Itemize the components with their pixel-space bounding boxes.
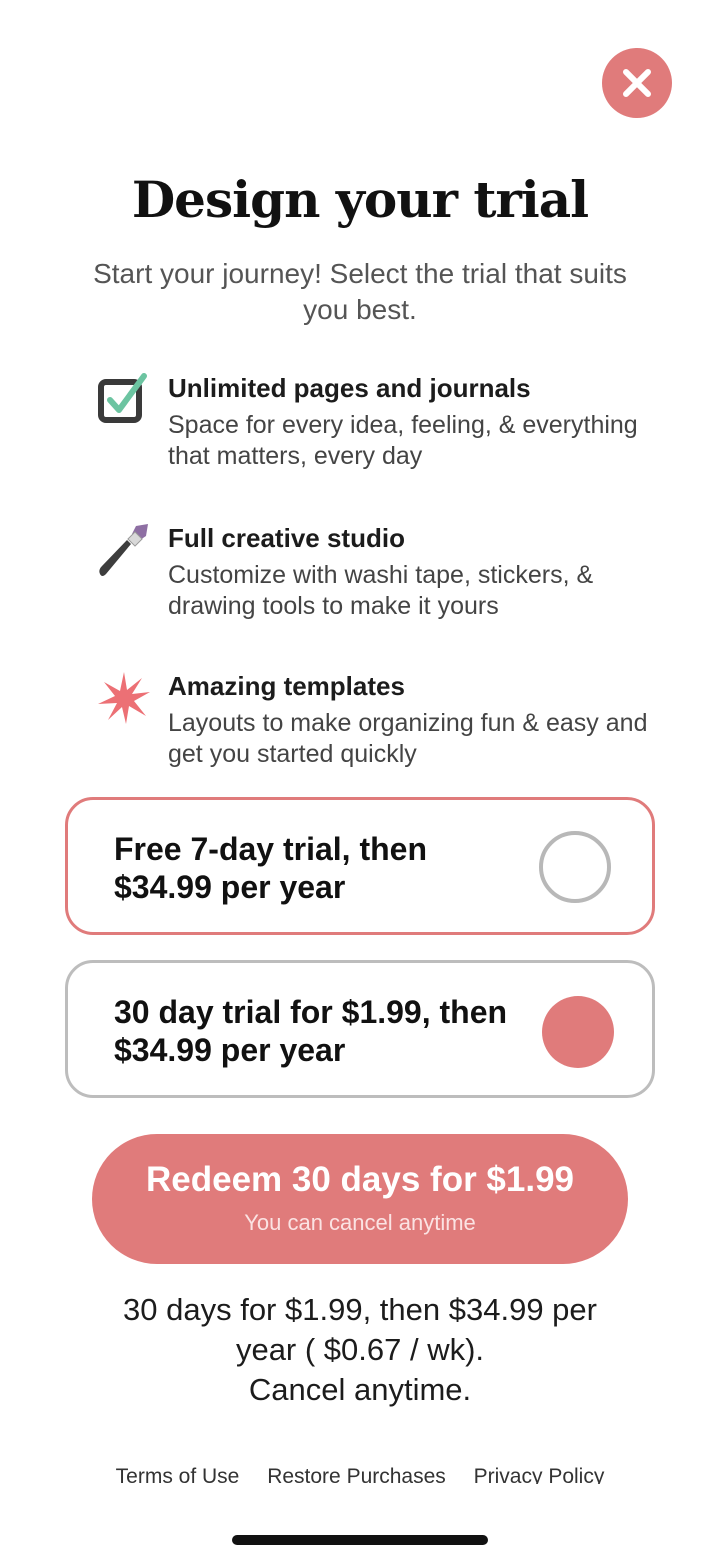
feature-description: Space for every idea, feeling, & everyth… [168, 411, 638, 470]
radio-unselected[interactable] [539, 831, 611, 903]
restore-purchases-link[interactable]: Restore Purchases [267, 1465, 446, 1484]
page-title: Design your trial [131, 170, 589, 229]
terms-of-use-link[interactable]: Terms of Use [116, 1465, 240, 1484]
footer-links: Terms of Use Restore Purchases Privacy P… [0, 1462, 720, 1484]
feature-creative-studio: Full creative studio Customize with wash… [96, 522, 656, 642]
starburst-icon [98, 672, 150, 724]
paintbrush-icon [99, 524, 148, 576]
plan-label: 30 day trial for $1.99, then $34.99 per … [114, 994, 508, 1068]
plan-label: Free 7-day trial, then $34.99 per year [114, 831, 427, 905]
feature-title: Full creative studio [168, 523, 405, 553]
redeem-button-sublabel: You can cancel anytime [244, 1210, 476, 1235]
plan-option-free-trial[interactable]: Free 7-day trial, then $34.99 per year [65, 797, 655, 935]
feature-description: Customize with washi tape, stickers, & d… [168, 561, 594, 620]
redeem-button[interactable]: Redeem 30 days for $1.99 You can cancel … [92, 1134, 628, 1264]
page-subtitle: Start your journey! Select the trial tha… [93, 258, 627, 325]
price-disclosure-line: year ( $0.67 / wk). [235, 1332, 485, 1367]
home-indicator [232, 1535, 488, 1545]
feature-description: Layouts to make organizing fun & easy an… [168, 709, 648, 768]
radio-selected[interactable] [542, 996, 614, 1068]
price-disclosure-line: 30 days for $1.99, then $34.99 per [123, 1292, 597, 1327]
privacy-policy-link[interactable]: Privacy Policy [474, 1465, 605, 1484]
price-disclosure-line: Cancel anytime. [248, 1372, 472, 1407]
feature-title: Unlimited pages and journals [168, 373, 531, 403]
feature-title: Amazing templates [168, 671, 405, 701]
redeem-button-label: Redeem 30 days for $1.99 [145, 1160, 574, 1199]
price-disclosure: 30 days for $1.99, then $34.99 per year … [70, 1290, 650, 1410]
feature-unlimited-pages: Unlimited pages and journals Space for e… [96, 372, 656, 492]
plan-option-30-day-trial[interactable]: 30 day trial for $1.99, then $34.99 per … [65, 960, 655, 1098]
close-button[interactable] [602, 48, 672, 118]
checkbox-icon [98, 373, 147, 423]
feature-templates: Amazing templates Layouts to make organi… [96, 670, 656, 790]
close-x-icon [623, 69, 651, 97]
